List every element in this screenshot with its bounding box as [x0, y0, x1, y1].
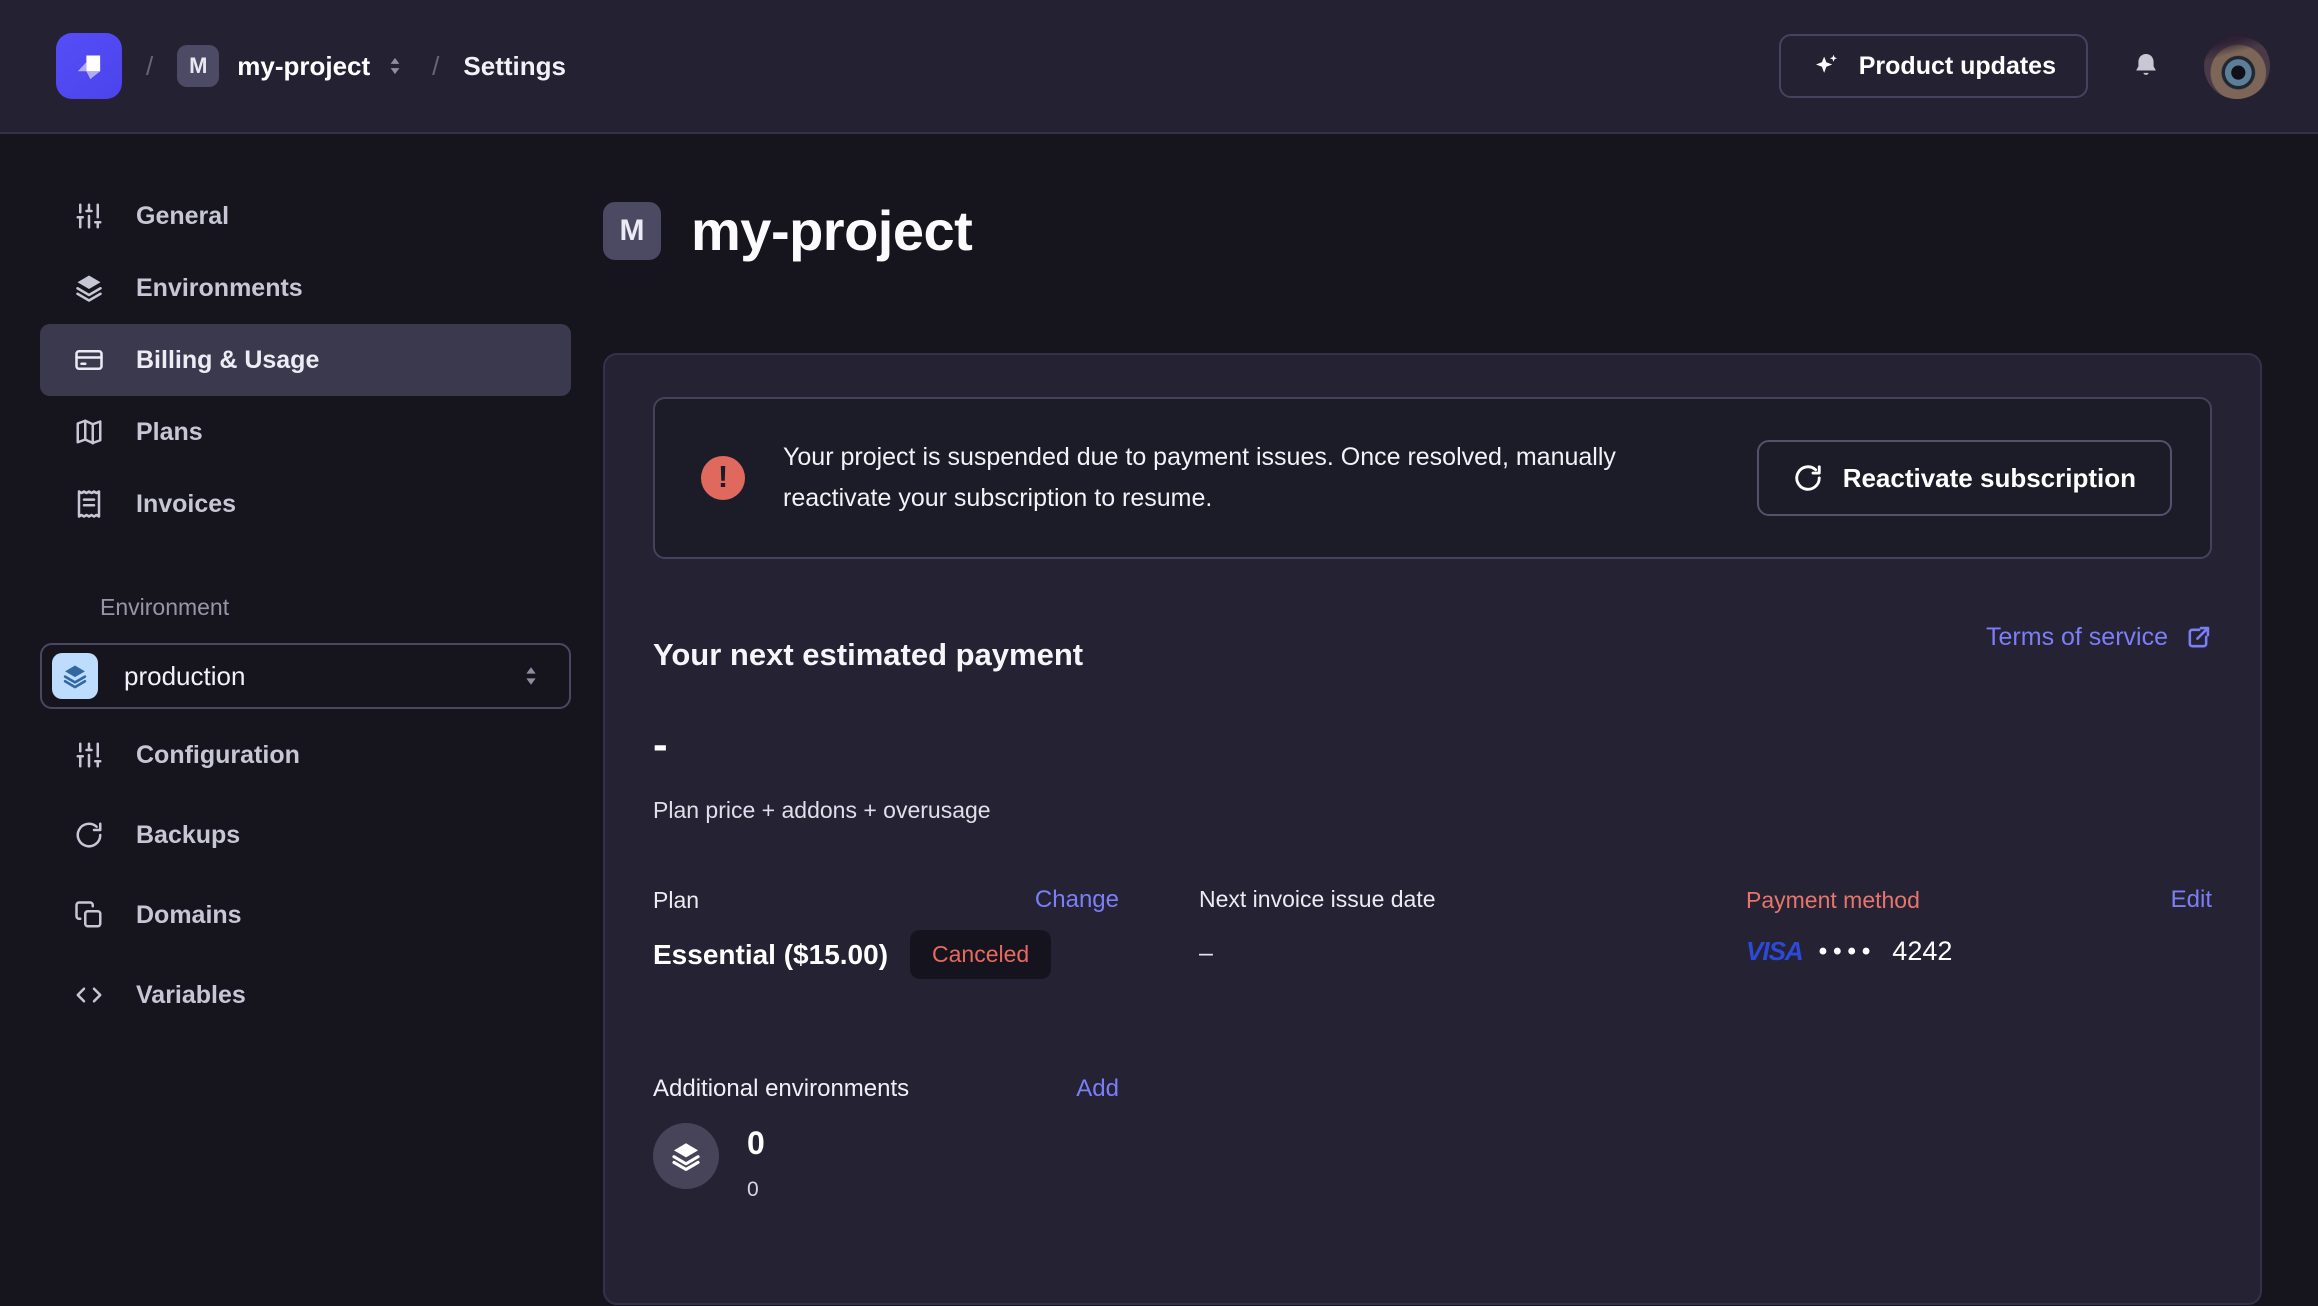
- add-environment-link[interactable]: Add: [1076, 1075, 1119, 1103]
- sidebar-item-billing-usage[interactable]: Billing & Usage: [40, 324, 571, 396]
- sidebar-item-label: Domains: [136, 901, 242, 930]
- rotate-cw-icon: [74, 820, 104, 850]
- reactivate-button-label: Reactivate subscription: [1843, 463, 2136, 494]
- next-payment-heading: Your next estimated payment: [653, 637, 1083, 673]
- billing-heading-row: Your next estimated payment Terms of ser…: [653, 623, 2212, 673]
- next-invoice-label: Next invoice issue date: [1199, 886, 1436, 913]
- sidebar-item-label: Variables: [136, 981, 246, 1010]
- alert-exclamation-icon: !: [701, 456, 745, 500]
- external-link-icon: [2184, 624, 2212, 652]
- page-title: my-project: [691, 198, 972, 263]
- billing-columns: Plan Change Essential ($15.00) Canceled …: [653, 886, 2212, 979]
- map-icon: [74, 417, 104, 447]
- environment-count: 0 0: [653, 1123, 2212, 1202]
- sidebar-item-label: Invoices: [136, 490, 236, 519]
- environment-select[interactable]: production: [40, 643, 571, 709]
- change-plan-link[interactable]: Change: [1035, 886, 1119, 914]
- environment-section-label: Environment: [100, 594, 571, 621]
- environment-count-sub: 0: [747, 1178, 765, 1202]
- plan-value: Essential ($15.00): [653, 939, 888, 971]
- user-avatar[interactable]: [2204, 33, 2270, 99]
- plan-status-badge: Canceled: [910, 930, 1051, 979]
- environment-count-value: 0: [747, 1125, 765, 1162]
- card-last4: 4242: [1892, 936, 1952, 967]
- sidebar-item-variables[interactable]: Variables: [40, 959, 571, 1031]
- copy-icon: [74, 900, 104, 930]
- edit-payment-link[interactable]: Edit: [2171, 886, 2212, 914]
- notifications-bell-icon[interactable]: [2130, 50, 2162, 82]
- alert-message: Your project is suspended due to payment…: [783, 437, 1703, 519]
- payment-formula: Plan price + addons + overusage: [653, 797, 2212, 824]
- sidebar-item-label: Environments: [136, 274, 303, 303]
- invoice-column: Next invoice issue date –: [1199, 886, 1666, 979]
- terms-of-service-link[interactable]: Terms of service: [1986, 623, 2212, 652]
- environment-count-stack: 0 0: [747, 1123, 765, 1202]
- sidebar-item-backups[interactable]: Backups: [40, 799, 571, 871]
- sidebar-item-label: Plans: [136, 418, 203, 447]
- credit-card-icon: [74, 345, 104, 375]
- rotate-cw-icon: [1793, 463, 1823, 493]
- sidebar-item-general[interactable]: General: [40, 180, 571, 252]
- visa-brand-icon: VISA: [1746, 936, 1803, 967]
- code-icon: [74, 980, 104, 1010]
- page-layout: General Environments Billing & Usage P: [0, 134, 2318, 1306]
- layers-circle-icon: [653, 1123, 719, 1189]
- sidebar-item-label: Configuration: [136, 741, 300, 770]
- breadcrumb-separator: /: [146, 51, 153, 82]
- sidebar-item-plans[interactable]: Plans: [40, 396, 571, 468]
- chevrons-updown-icon: [382, 53, 408, 79]
- additional-environments-label: Additional environments: [653, 1075, 909, 1103]
- sidebar-item-domains[interactable]: Domains: [40, 879, 571, 951]
- next-invoice-value: –: [1199, 939, 1666, 968]
- environment-select-value: production: [124, 661, 245, 692]
- environment-nav: Configuration Backups Domains: [40, 719, 571, 1031]
- top-navbar: / M my-project / Settings Product update…: [0, 0, 2318, 134]
- environment-layers-icon: [52, 653, 98, 699]
- breadcrumb-settings[interactable]: Settings: [463, 51, 566, 82]
- sidebar-item-environments[interactable]: Environments: [40, 252, 571, 324]
- terms-of-service-label: Terms of service: [1986, 623, 2168, 652]
- card-masked-digits: ••••: [1819, 938, 1877, 966]
- sparkles-icon: [1811, 51, 1841, 81]
- product-updates-button[interactable]: Product updates: [1779, 34, 2088, 98]
- sidebar-item-invoices[interactable]: Invoices: [40, 468, 571, 540]
- plan-column: Plan Change Essential ($15.00) Canceled: [653, 886, 1119, 979]
- estimated-amount: -: [653, 723, 2212, 767]
- payment-method-value: VISA •••• 4242: [1746, 936, 2212, 967]
- project-title-row: M my-project: [603, 198, 2262, 263]
- additional-environments-row: Additional environments Add: [653, 1075, 1119, 1103]
- project-switcher[interactable]: M my-project: [177, 45, 408, 87]
- app-logo[interactable]: [56, 33, 122, 99]
- strapi-logo-icon: [68, 45, 110, 87]
- navbar-right: Product updates: [1779, 33, 2270, 99]
- breadcrumb-separator: /: [432, 51, 439, 82]
- sidebar-item-label: Backups: [136, 821, 240, 850]
- receipt-icon: [74, 489, 104, 519]
- chevrons-updown-icon: [517, 662, 545, 690]
- plan-label: Plan: [653, 887, 699, 914]
- payment-column: Payment method Edit VISA •••• 4242: [1746, 886, 2212, 979]
- sidebar-item-label: General: [136, 202, 229, 231]
- layers-icon: [74, 273, 104, 303]
- main-content: M my-project ! Your project is suspended…: [603, 134, 2318, 1306]
- billing-card: ! Your project is suspended due to payme…: [603, 353, 2262, 1305]
- sidebar-item-label: Billing & Usage: [136, 346, 319, 375]
- project-title-badge: M: [603, 202, 661, 260]
- suspended-alert: ! Your project is suspended due to payme…: [653, 397, 2212, 559]
- payment-method-label: Payment method: [1746, 887, 1920, 914]
- reactivate-subscription-button[interactable]: Reactivate subscription: [1757, 440, 2172, 516]
- settings-sidebar: General Environments Billing & Usage P: [0, 134, 603, 1306]
- sidebar-item-configuration[interactable]: Configuration: [40, 719, 571, 791]
- sliders-icon: [74, 740, 104, 770]
- product-updates-label: Product updates: [1859, 52, 2056, 81]
- project-badge: M: [177, 45, 219, 87]
- sliders-icon: [74, 201, 104, 231]
- breadcrumb-project-name: my-project: [237, 51, 370, 82]
